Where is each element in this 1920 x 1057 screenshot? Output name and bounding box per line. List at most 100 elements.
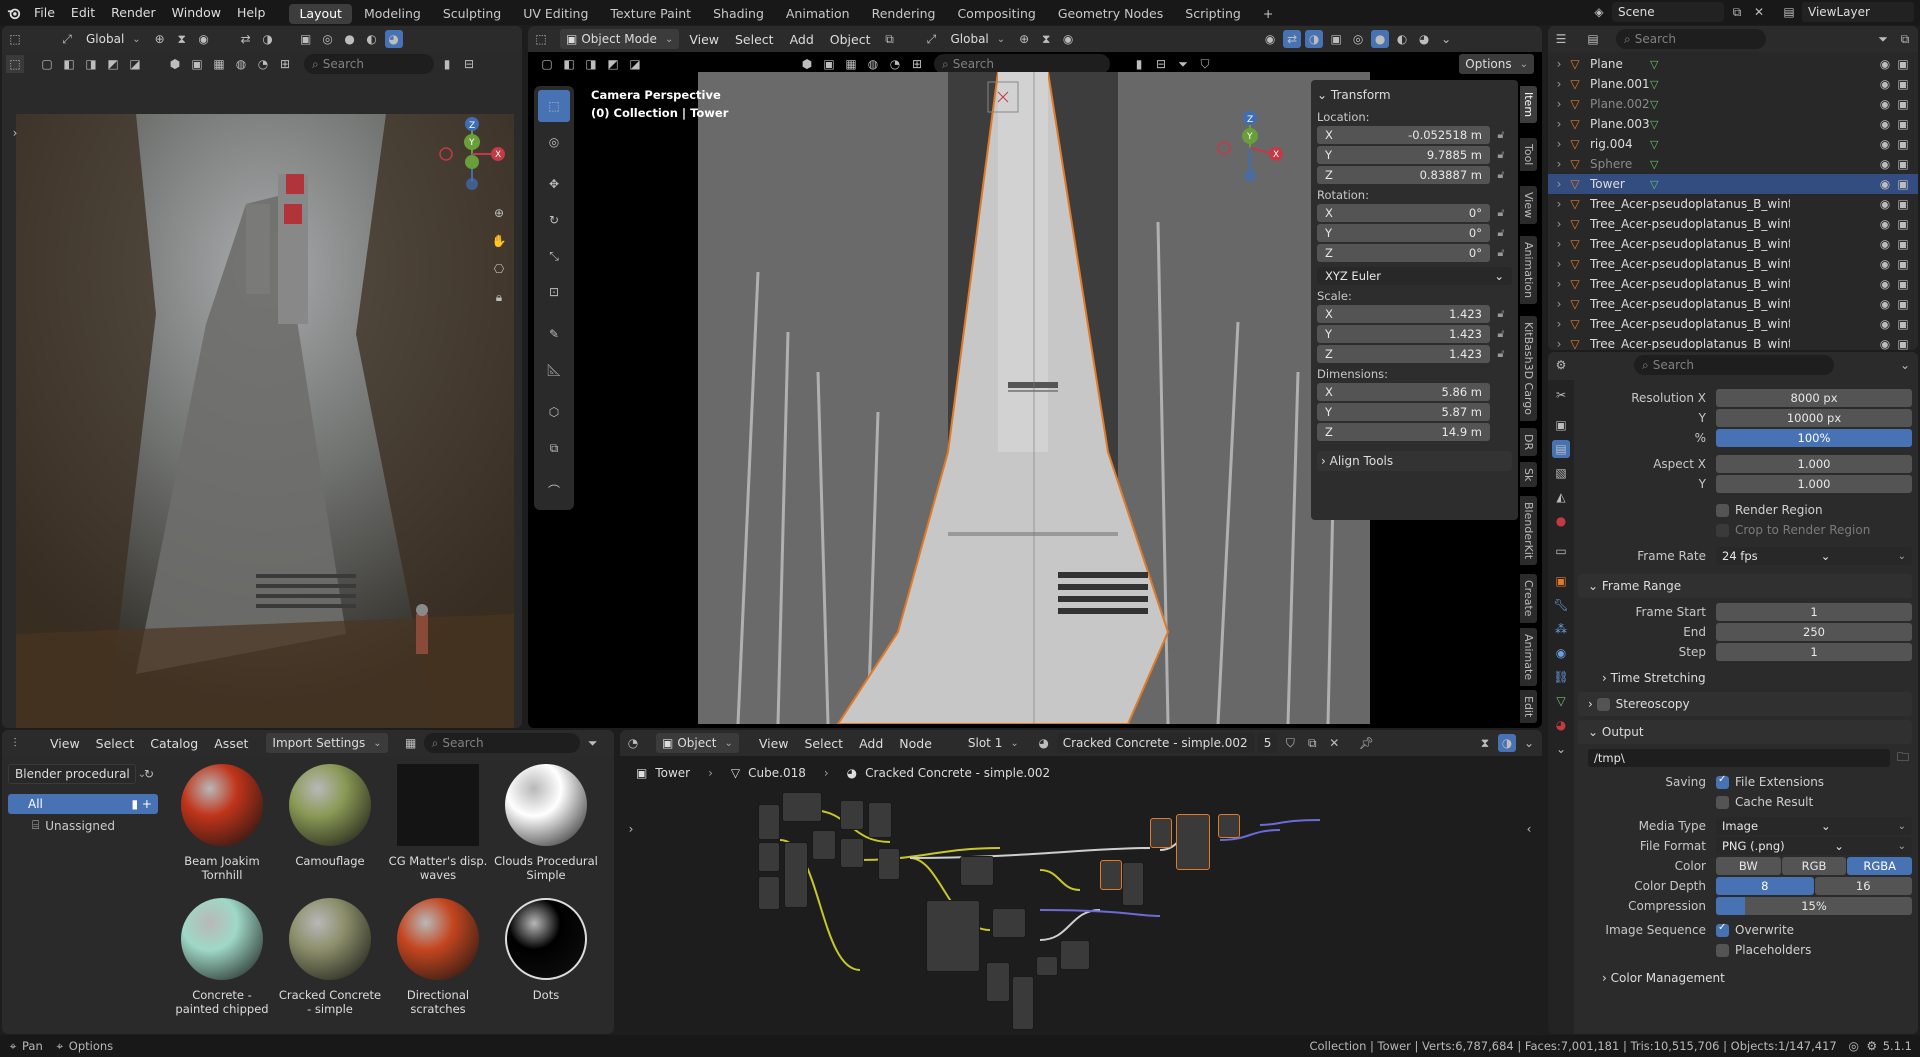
tab-texture-paint[interactable]: Texture Paint xyxy=(600,4,701,24)
mesh-data-icon[interactable]: ▽ xyxy=(1650,98,1658,111)
viewport-options-dropdown[interactable]: Options xyxy=(1459,54,1534,74)
asset-item[interactable]: Dots xyxy=(494,898,598,1028)
filter-empty-icon[interactable]: ⊞ xyxy=(276,55,294,73)
editor-type-icon[interactable]: ☰ xyxy=(1552,30,1570,48)
outliner-row[interactable]: › ▽ Sphere ▽ ◉ ▣ xyxy=(1548,154,1918,174)
lock-icon[interactable]: 🔓︎ xyxy=(1490,168,1512,182)
select-box-icon[interactable]: ▢ xyxy=(538,55,556,73)
aspect-y-field[interactable]: 1.000 xyxy=(1716,475,1912,493)
viewport-navigation-gizmo[interactable]: Z Y X xyxy=(1210,108,1290,188)
render-region-row[interactable]: Render Region xyxy=(1578,500,1912,520)
refresh-icon[interactable]: ↻ xyxy=(140,765,158,783)
catalog-unassigned[interactable]: ⌸ Unassigned xyxy=(8,818,162,833)
shader-node[interactable] xyxy=(926,900,980,972)
asset-item[interactable]: Camouflage xyxy=(278,764,382,894)
rotation-z-field[interactable]: Z 0° xyxy=(1317,243,1490,262)
expand-icon[interactable]: › xyxy=(1552,135,1566,153)
shader-node[interactable] xyxy=(758,876,780,910)
pan-hand-icon[interactable]: ✋ xyxy=(490,232,508,250)
collection-properties-icon[interactable]: ▭ xyxy=(1552,542,1570,560)
modifier-properties-icon[interactable]: 🔧︎ xyxy=(1552,596,1570,614)
camera-render-icon[interactable]: ▣ xyxy=(1894,215,1912,233)
folder-icon[interactable]: 🗀︎ xyxy=(1894,749,1912,767)
tab-sculpting[interactable]: Sculpting xyxy=(433,4,511,24)
asset-library-dropdown[interactable]: Blender procedural xyxy=(8,764,136,784)
tab-compositing[interactable]: Compositing xyxy=(947,4,1045,24)
menu-help[interactable]: Help xyxy=(229,0,274,25)
shading-rendered-icon[interactable]: ◕ xyxy=(384,30,403,48)
select-extend-icon[interactable]: ◧ xyxy=(60,55,78,73)
bookmark-icon[interactable]: ▮ xyxy=(438,55,456,73)
expand-icon[interactable]: › xyxy=(1552,195,1566,213)
filter-object-icon[interactable]: ▣ xyxy=(188,55,206,73)
import-settings-dropdown[interactable]: Import Settings xyxy=(266,733,388,753)
output-path-field[interactable]: /tmp\ xyxy=(1588,749,1890,767)
outliner-item-name[interactable]: Tree_Acer-pseudoplatanus_B_winter.0 xyxy=(1590,197,1790,211)
cache-result-row[interactable]: Cache Result xyxy=(1578,792,1912,812)
lock-icon[interactable]: 🔓︎ xyxy=(1490,206,1512,220)
dimensions-x-field[interactable]: X 5.86 m xyxy=(1317,382,1490,401)
cache-result-checkbox[interactable] xyxy=(1716,795,1729,809)
rotation-x-field[interactable]: X 0° xyxy=(1317,203,1490,222)
toolbar-expand-icon[interactable]: › xyxy=(622,820,640,838)
lock-icon[interactable]: 🔓︎ xyxy=(1490,327,1512,341)
asset-menu-select[interactable]: Select xyxy=(90,736,141,751)
render-search-input[interactable]: ⌕ Search xyxy=(304,54,434,74)
shading-solid-icon[interactable]: ● xyxy=(1371,30,1390,48)
select-intersect-icon[interactable]: ◪ xyxy=(626,55,644,73)
collection-visibility-icon[interactable]: ⬢ xyxy=(798,55,816,73)
shield-icon[interactable]: ⛉ xyxy=(1196,55,1214,73)
lock-icon[interactable]: 🔓︎ xyxy=(1490,307,1512,321)
visibility-icon[interactable]: ◉ xyxy=(1261,30,1279,48)
render-properties-icon[interactable]: ▣ xyxy=(1552,416,1570,434)
gizmo-icon[interactable]: ⇄ xyxy=(1283,30,1302,48)
outliner-row[interactable]: › ▽ Plane ▽ ◉ ▣ xyxy=(1548,54,1918,74)
asset-item[interactable]: CG Matter's disp. waves xyxy=(386,764,490,894)
expand-icon[interactable]: › xyxy=(1552,295,1566,313)
filter-object-icon[interactable]: ▣ xyxy=(820,55,838,73)
output-properties-icon[interactable]: ▤ xyxy=(1552,440,1570,458)
outliner-row[interactable]: › ▽ Tree_Acer-pseudoplatanus_B_winter.0 ◉▣ xyxy=(1548,314,1918,334)
view-layer-field[interactable]: ViewLayer xyxy=(1802,2,1914,22)
asset-menu-asset[interactable]: Asset xyxy=(208,736,254,751)
eye-icon[interactable]: ◉ xyxy=(1876,255,1894,273)
expand-icon[interactable]: › xyxy=(1552,215,1566,233)
properties-search-input[interactable]: ⌕ Search xyxy=(1634,355,1834,375)
mesh-data-icon[interactable]: ▽ xyxy=(1650,118,1658,131)
outliner-row[interactable]: › ▽ Tree_Acer-pseudoplatanus_B_winter.0 ◉▣ xyxy=(1548,194,1918,214)
toolbar-expand-icon[interactable]: › xyxy=(6,124,24,142)
shader-node[interactable] xyxy=(1060,940,1090,970)
crop-region-row[interactable]: Crop to Render Region xyxy=(1578,520,1912,540)
bookmark-icon[interactable]: ▮ xyxy=(1130,55,1148,73)
rotation-mode-dropdown[interactable]: XYZ Euler ⌄ xyxy=(1317,266,1512,285)
viewport-menu-view[interactable]: View xyxy=(683,32,725,47)
sidebar-tab-sk[interactable]: Sk xyxy=(1520,462,1537,488)
world-properties-icon[interactable]: ● xyxy=(1552,512,1570,530)
outliner-item-name[interactable]: Plane.003 xyxy=(1590,117,1650,131)
eye-icon[interactable]: ◉ xyxy=(1876,335,1894,350)
scale-z-field[interactable]: Z 1.423 xyxy=(1317,344,1490,363)
tab-shading[interactable]: Shading xyxy=(703,4,774,24)
cursor-tool-icon[interactable]: ◎ xyxy=(538,126,570,158)
sidebar-expand-icon[interactable]: ‹ xyxy=(1520,820,1538,838)
mesh-data-icon[interactable]: ▽ xyxy=(1650,78,1658,91)
shading-options-icon[interactable]: ⌄ xyxy=(1437,30,1455,48)
overlay-icon[interactable]: ◑ xyxy=(259,30,277,48)
scale-y-field[interactable]: Y 1.423 xyxy=(1317,324,1490,343)
pin-icon[interactable]: ⌄ xyxy=(1896,356,1914,374)
extra-tool-icon[interactable]: ⧉ xyxy=(538,432,570,464)
lock-icon[interactable]: 🔓︎ xyxy=(1490,226,1512,240)
scene-icon[interactable]: ◈ xyxy=(1590,3,1608,21)
tab-rendering[interactable]: Rendering xyxy=(862,4,946,24)
lock-icon[interactable]: 🔓︎ xyxy=(1490,246,1512,260)
scale-x-field[interactable]: X 1.423 xyxy=(1317,304,1490,323)
viewport-menu-add[interactable]: Add xyxy=(784,32,820,47)
measure-tool-icon[interactable]: 📐︎ xyxy=(538,354,570,386)
outliner-row[interactable]: › ▽ Tree_Acer-pseudoplatanus_B_winter.0 ◉▣ xyxy=(1548,334,1918,350)
sidebar-tab-dr[interactable]: DR xyxy=(1520,428,1537,457)
tab-animation[interactable]: Animation xyxy=(776,4,860,24)
resolution-y-field[interactable]: 10000 px xyxy=(1716,409,1912,427)
shader-node[interactable] xyxy=(782,792,822,822)
rendered-image[interactable] xyxy=(16,114,514,728)
shader-node[interactable] xyxy=(1036,956,1058,976)
